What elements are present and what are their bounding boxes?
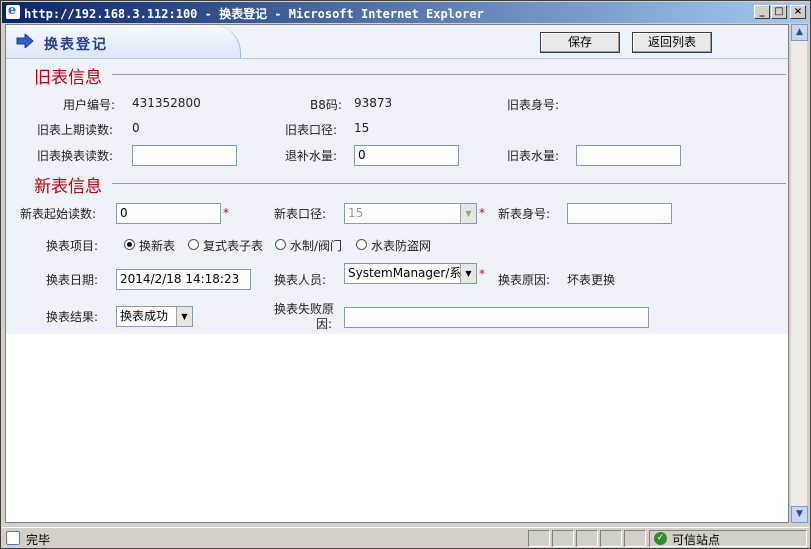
- radio-label: 复式表子表: [203, 239, 264, 253]
- status-bar: 完毕 ✓ 可信站点: [2, 527, 809, 548]
- fail-reason-input[interactable]: [344, 307, 649, 328]
- new-caliber-value: 15: [348, 206, 364, 220]
- new-id-input[interactable]: [567, 203, 672, 224]
- swap-reading-label: 旧表换表读数:: [37, 149, 114, 163]
- radio-valve[interactable]: [275, 239, 286, 250]
- page-content: 换表登记 保存 返回列表 旧表信息 用户编号: 431352800 B8码: 9…: [5, 24, 789, 523]
- radio-label: 水表防盗网: [371, 239, 432, 253]
- new-caliber-select[interactable]: 15 ▼: [344, 203, 477, 224]
- new-caliber-label: 新表口径:: [274, 207, 327, 221]
- security-zone: 可信站点: [672, 533, 721, 547]
- radio-label: 水制/阀门: [290, 239, 343, 253]
- b8-value: 93873: [354, 96, 393, 110]
- reason-value: 坏表更换: [567, 273, 616, 287]
- person-select[interactable]: SystemManager/系 ▼: [344, 263, 477, 284]
- page-icon: [6, 531, 20, 545]
- trusted-check-icon: ✓: [654, 532, 667, 545]
- chevron-down-icon: ▼: [460, 204, 476, 223]
- radio-compound-sub-meter[interactable]: [188, 239, 199, 250]
- minimize-button[interactable]: _: [754, 5, 770, 19]
- date-input[interactable]: 2014/2/18 14:18:23: [116, 269, 251, 290]
- status-pane: [600, 530, 622, 547]
- scroll-up-icon[interactable]: ▲: [791, 24, 808, 41]
- old-meter-section-title: 旧表信息: [34, 68, 102, 88]
- header-tab: [6, 25, 241, 58]
- window-title: http://192.168.3.112:100 - 换表登记 - Micros…: [24, 7, 484, 21]
- radio-label: 换新表: [139, 239, 176, 253]
- required-marker: *: [223, 206, 229, 220]
- user-no-label: 用户编号:: [63, 98, 116, 112]
- exchange-form: 旧表信息 用户编号: 431352800 B8码: 93873 旧表身号: 旧表…: [6, 59, 788, 334]
- browser-window: e http://192.168.3.112:100 - 换表登记 - Micr…: [0, 0, 811, 549]
- last-reading-value: 0: [132, 121, 140, 135]
- required-marker: *: [479, 267, 485, 281]
- maximize-button[interactable]: □: [771, 5, 787, 19]
- chevron-down-icon: ▼: [176, 307, 192, 326]
- items-label: 换表项目:: [46, 239, 99, 253]
- radio-anti-theft-net[interactable]: [356, 239, 367, 250]
- old-water-input[interactable]: [576, 145, 681, 166]
- new-id-label: 新表身号:: [498, 207, 551, 221]
- close-button[interactable]: ×: [790, 5, 806, 19]
- vertical-scrollbar[interactable]: ▲ ▼: [790, 24, 808, 523]
- title-bar: e http://192.168.3.112:100 - 换表登记 - Micr…: [2, 2, 809, 23]
- status-pane: [624, 530, 646, 547]
- section-divider: [112, 74, 786, 75]
- chevron-down-icon: ▼: [460, 264, 476, 283]
- refund-label: 退补水量:: [285, 149, 338, 163]
- page-title: 换表登记: [44, 37, 108, 53]
- b8-label: B8码:: [310, 98, 342, 112]
- page-header: 换表登记 保存 返回列表: [6, 25, 788, 59]
- old-caliber-label: 旧表口径:: [285, 123, 338, 137]
- scroll-down-icon[interactable]: ▼: [791, 506, 808, 523]
- fail-reason-label-cont: 因:: [316, 317, 333, 331]
- status-text: 完毕: [26, 533, 51, 547]
- result-label: 换表结果:: [46, 310, 99, 324]
- status-pane: [576, 530, 598, 547]
- old-water-label: 旧表水量:: [507, 149, 560, 163]
- old-id-label: 旧表身号:: [507, 98, 560, 112]
- back-to-list-button[interactable]: 返回列表: [632, 32, 712, 53]
- last-reading-label: 旧表上期读数:: [37, 123, 114, 137]
- save-button[interactable]: 保存: [540, 32, 620, 53]
- reason-label: 换表原因:: [498, 273, 551, 287]
- status-pane: [552, 530, 574, 547]
- arrow-right-icon: [16, 34, 34, 48]
- required-marker: *: [479, 206, 485, 220]
- radio-new-meter[interactable]: [124, 239, 135, 250]
- result-value: 换表成功: [120, 309, 169, 323]
- person-value: SystemManager/系: [348, 266, 462, 280]
- date-label: 换表日期:: [46, 273, 99, 287]
- ie-icon: e: [6, 3, 20, 19]
- refund-input[interactable]: 0: [354, 145, 459, 166]
- swap-reading-input[interactable]: [132, 145, 237, 166]
- old-caliber-value: 15: [354, 121, 370, 135]
- start-reading-label: 新表起始读数:: [20, 207, 97, 221]
- start-reading-input[interactable]: 0: [116, 203, 221, 224]
- result-select[interactable]: 换表成功 ▼: [116, 306, 193, 327]
- user-no-value: 431352800: [132, 96, 201, 110]
- new-meter-section-title: 新表信息: [34, 177, 102, 197]
- section-divider: [112, 183, 786, 184]
- status-pane: [528, 530, 550, 547]
- person-label: 换表人员:: [274, 273, 327, 287]
